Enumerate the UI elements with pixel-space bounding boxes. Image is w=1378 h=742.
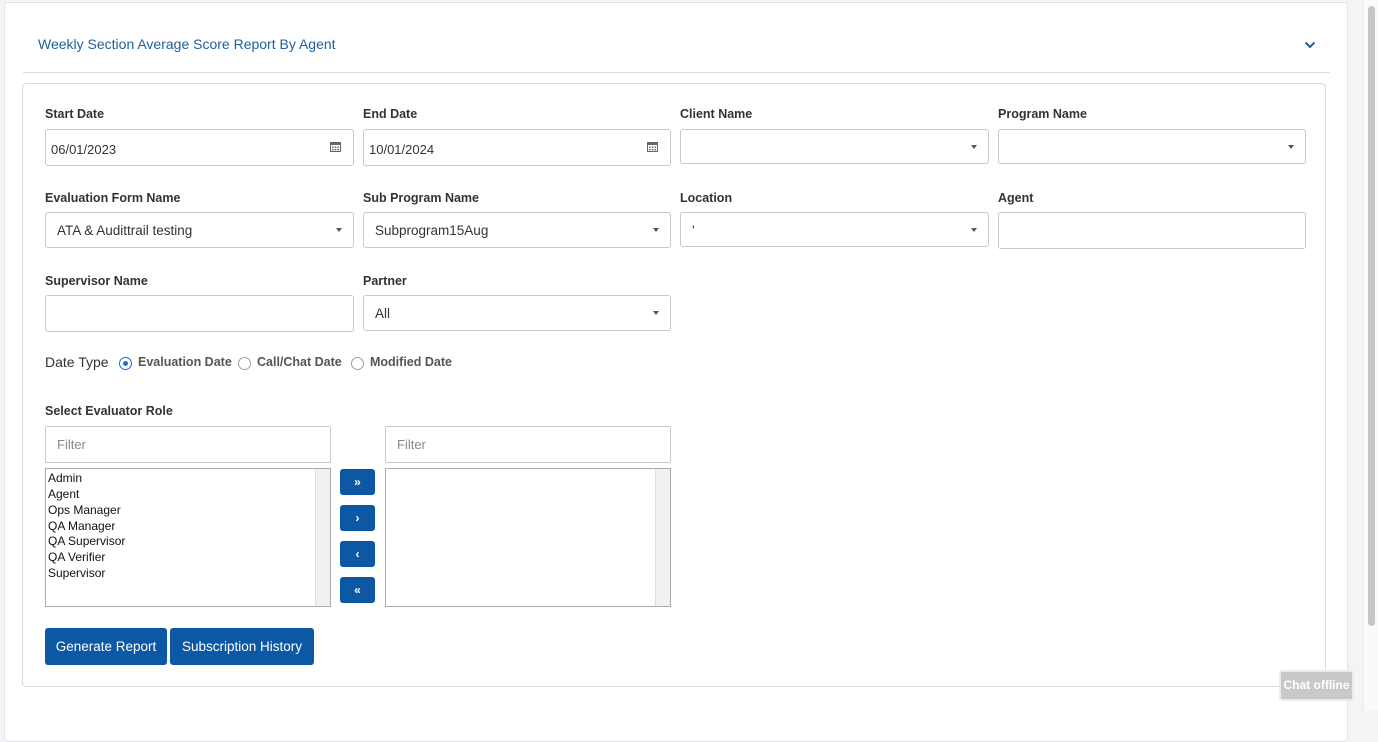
selected-roles-filter-input[interactable]: [387, 428, 669, 461]
chevron-down-icon[interactable]: [1304, 39, 1316, 51]
partner-value: All: [375, 306, 391, 321]
selected-roles-filter[interactable]: [385, 426, 671, 463]
start-date-label: Start Date: [45, 107, 105, 121]
list-item[interactable]: Admin: [48, 471, 82, 485]
program-name-label: Program Name: [998, 107, 1087, 121]
date-type-label: Date Type: [45, 354, 109, 370]
agent-label: Agent: [998, 191, 1034, 205]
list-item[interactable]: Ops Manager: [48, 503, 121, 517]
available-roles-scrollbar[interactable]: [315, 469, 330, 606]
page-scrollbar[interactable]: [1363, 0, 1378, 711]
sub-program-name-select[interactable]: Subprogram15Aug: [363, 212, 671, 248]
supervisor-name-label: Supervisor Name: [45, 274, 148, 288]
available-roles-filter-input[interactable]: [47, 428, 329, 461]
caret-down-icon: [1288, 145, 1294, 149]
evaluator-role-label: Select Evaluator Role: [45, 404, 173, 418]
end-date-value: 10/01/2024: [369, 142, 435, 157]
move-left-button[interactable]: ‹: [340, 541, 375, 567]
report-title[interactable]: Weekly Section Average Score Report By A…: [38, 36, 336, 52]
location-value: ': [692, 223, 695, 238]
calendar-icon[interactable]: [330, 141, 341, 152]
client-name-select[interactable]: [680, 129, 989, 164]
caret-down-icon: [971, 228, 977, 232]
end-date-input[interactable]: 10/01/2024: [363, 129, 671, 166]
client-name-label: Client Name: [680, 107, 753, 121]
calendar-icon[interactable]: [647, 141, 658, 152]
move-all-left-button[interactable]: «: [340, 577, 375, 603]
location-label: Location: [680, 191, 733, 205]
selected-roles-list[interactable]: [385, 468, 671, 607]
generate-report-button[interactable]: Generate Report: [45, 628, 167, 665]
sub-program-name-value: Subprogram15Aug: [375, 223, 489, 238]
radio-call-chat-date-label[interactable]: Call/Chat Date: [257, 355, 342, 369]
page-scrollbar-thumb[interactable]: [1368, 6, 1375, 626]
evaluation-form-name-label: Evaluation Form Name: [45, 191, 181, 205]
radio-evaluation-date-label[interactable]: Evaluation Date: [138, 355, 232, 369]
partner-select[interactable]: All: [363, 295, 671, 331]
report-header[interactable]: Weekly Section Average Score Report By A…: [23, 3, 1330, 73]
end-date-label: End Date: [363, 107, 418, 121]
list-item[interactable]: QA Manager: [48, 519, 115, 533]
move-right-button[interactable]: ›: [340, 505, 375, 531]
caret-down-icon: [971, 145, 977, 149]
list-item[interactable]: Supervisor: [48, 566, 105, 580]
caret-down-icon: [336, 228, 342, 232]
chat-offline-button[interactable]: Chat offline: [1279, 670, 1354, 701]
evaluation-form-name-value: ATA & Audittrail testing: [57, 223, 193, 238]
radio-evaluation-date[interactable]: [119, 357, 132, 370]
radio-call-chat-date[interactable]: [238, 357, 251, 370]
evaluation-form-name-select[interactable]: ATA & Audittrail testing: [45, 212, 354, 248]
start-date-value: 06/01/2023: [51, 142, 117, 157]
radio-modified-date-label[interactable]: Modified Date: [370, 355, 452, 369]
caret-down-icon: [653, 228, 659, 232]
sub-program-name-label: Sub Program Name: [363, 191, 480, 205]
list-item[interactable]: QA Verifier: [48, 550, 105, 564]
supervisor-name-input[interactable]: [45, 295, 354, 332]
available-roles-list[interactable]: Admin Agent Ops Manager QA Manager QA Su…: [45, 468, 331, 607]
subscription-history-button[interactable]: Subscription History: [170, 628, 314, 665]
caret-down-icon: [653, 311, 659, 315]
agent-input[interactable]: [998, 212, 1306, 249]
start-date-input[interactable]: 06/01/2023: [45, 129, 354, 166]
location-select[interactable]: ': [680, 212, 989, 247]
selected-roles-scrollbar[interactable]: [655, 469, 670, 606]
available-roles-filter[interactable]: [45, 426, 331, 463]
program-name-select[interactable]: [998, 129, 1306, 164]
list-item[interactable]: Agent: [48, 487, 79, 501]
move-all-right-button[interactable]: »: [340, 469, 375, 495]
radio-modified-date[interactable]: [351, 357, 364, 370]
list-item[interactable]: QA Supervisor: [48, 534, 125, 548]
partner-label: Partner: [363, 274, 407, 288]
